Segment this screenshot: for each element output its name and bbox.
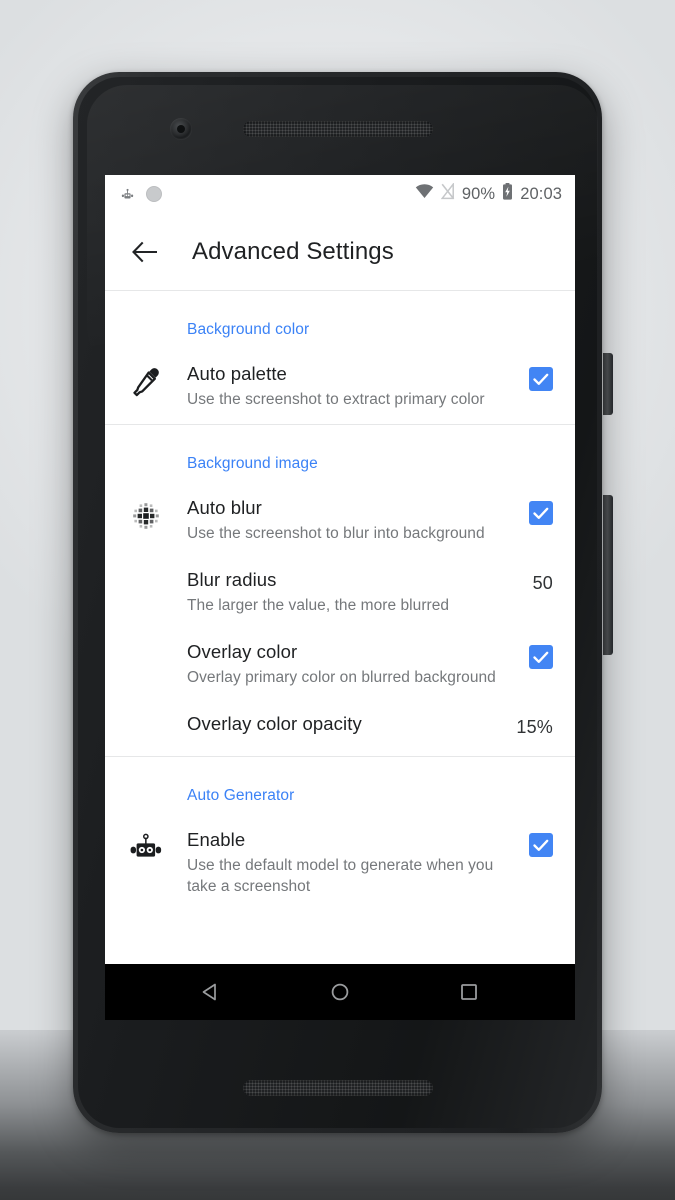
clock-label: 20:03 [520,184,562,203]
row-title: Overlay color opacity [187,713,362,734]
row-text: Blur radius The larger the value, the mo… [187,566,509,616]
row-icon-empty [105,710,187,716]
row-text: Auto palette Use the screenshot to extra… [187,360,509,410]
row-trailing [509,360,553,391]
app-bar: Advanced Settings [105,213,575,291]
section-auto-generator: Auto Generator Enable Use the default mo… [105,756,575,911]
row-subtitle: Use the default model to generate when y… [187,857,494,895]
nav-back-icon[interactable] [188,969,234,1015]
row-trailing [509,638,553,669]
phone-device-frame: 90% 20:03 Advanced Settings Background c… [73,72,613,1133]
row-trailing: 15% [509,710,553,738]
row-auto-palette[interactable]: Auto palette Use the screenshot to extra… [105,352,575,424]
phone-bezel: 90% 20:03 Advanced Settings Background c… [78,77,613,1128]
row-text: Auto blur Use the screenshot to blur int… [187,494,509,544]
status-bar: 90% 20:03 [105,175,575,213]
arrow-left-icon[interactable] [127,234,163,270]
row-blur-radius[interactable]: Blur radius The larger the value, the mo… [105,558,575,630]
row-enable[interactable]: Enable Use the default model to generate… [105,818,575,911]
battery-charging-icon [502,183,513,205]
volume-button[interactable] [603,495,613,655]
row-icon-empty [105,566,187,572]
row-trailing: 50 [509,566,553,594]
nav-home-icon[interactable] [317,969,363,1015]
android-navigation-bar [105,964,575,1020]
row-overlay-color-opacity[interactable]: Overlay color opacity 15% [105,702,575,756]
value-blur-radius: 50 [532,573,553,593]
robot-icon [105,826,187,864]
value-overlay-color-opacity: 15% [516,717,553,737]
signal-off-icon [440,182,455,205]
power-button[interactable] [603,353,613,415]
wifi-icon [415,184,434,204]
page-title: Advanced Settings [192,237,394,265]
row-subtitle: Use the screenshot to blur into backgrou… [187,525,485,542]
checkbox-auto-generator-enable[interactable] [529,833,553,857]
row-overlay-color[interactable]: Overlay color Overlay primary color on b… [105,630,575,702]
row-trailing [509,494,553,525]
section-background-color: Background color Auto palette Use the sc… [105,291,575,424]
nav-recents-icon[interactable] [446,969,492,1015]
eyedropper-icon [105,360,187,399]
row-subtitle: The larger the value, the more blurred [187,597,450,614]
battery-percent-label: 90% [461,184,496,203]
section-background-image: Background image Auto blur Use the scree… [105,424,575,756]
row-text: Overlay color opacity [187,710,509,737]
phone-screen: 90% 20:03 Advanced Settings Background c… [105,175,575,1020]
bottom-speaker [243,1080,433,1096]
circle-notification-icon [146,186,162,202]
checkbox-auto-palette[interactable] [529,367,553,391]
section-header-background-image: Background image [187,455,318,472]
blur-dots-icon [105,494,187,532]
row-auto-blur[interactable]: Auto blur Use the screenshot to blur int… [105,486,575,558]
row-title: Blur radius [187,569,277,590]
row-title: Auto blur [187,497,262,518]
row-title: Enable [187,829,246,850]
earpiece-speaker [243,121,433,137]
row-text: Overlay color Overlay primary color on b… [187,638,509,688]
settings-list[interactable]: Background color Auto palette Use the sc… [105,291,575,1020]
row-title: Overlay color [187,641,298,662]
front-camera [170,118,192,140]
row-icon-empty [105,638,187,644]
checkbox-auto-blur[interactable] [529,501,553,525]
section-header-auto-generator: Auto Generator [187,787,295,804]
status-bar-indicators: 90% 20:03 [415,182,562,205]
status-bar-notifications [119,186,162,202]
checkbox-overlay-color[interactable] [529,645,553,669]
row-subtitle: Use the screenshot to extract primary co… [187,391,485,408]
row-trailing [509,826,553,857]
section-header-background-color: Background color [187,321,310,338]
row-text: Enable Use the default model to generate… [187,826,509,897]
robot-notification-icon [119,187,136,202]
row-subtitle: Overlay primary color on blurred backgro… [187,669,496,686]
row-title: Auto palette [187,363,287,384]
